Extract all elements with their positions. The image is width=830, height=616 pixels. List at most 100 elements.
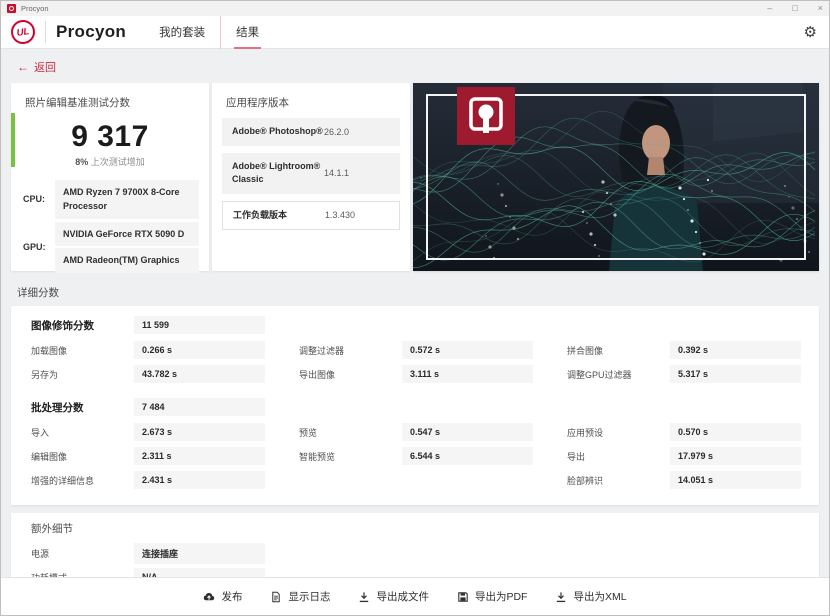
logo-divider xyxy=(45,21,46,43)
brand-title: Procyon xyxy=(56,22,127,41)
settings-gear-icon[interactable]: ⚙ xyxy=(804,25,817,40)
minimize-button[interactable]: – xyxy=(767,4,772,13)
version-value: 26.2.0 xyxy=(324,126,350,137)
metric-value: 2.311 s xyxy=(134,447,265,465)
metric-value: 0.572 s xyxy=(402,341,533,359)
metric-cell xyxy=(567,543,801,564)
version-label: 工作负载版本 xyxy=(233,209,288,220)
footer-button[interactable]: 发布 xyxy=(203,589,242,604)
close-button[interactable]: × xyxy=(818,4,823,13)
metric-cell xyxy=(299,398,533,416)
benchmark-score-card: 照片编辑基准测试分数 9 317 8% 上次测试增加 CPU: AMD Ryze… xyxy=(11,83,209,273)
metric-cell: 图像修饰分数 11 599 xyxy=(31,316,265,334)
version-row: Adobe® Lightroom® Classic 14.1.1 xyxy=(222,152,400,194)
save-disk-icon xyxy=(457,591,469,603)
score-accent-bar xyxy=(11,113,15,167)
metric-cell: 智能预览 6.544 s xyxy=(299,447,533,465)
metric-label: 另存为 xyxy=(31,369,59,380)
metric-value: 2.431 s xyxy=(134,471,265,489)
metric-value: 14.051 s xyxy=(670,471,801,489)
version-row: 工作负载版本 1.3.430 xyxy=(222,200,400,230)
score-delta-text: 上次测试增加 xyxy=(90,157,145,167)
ul-logo: UL xyxy=(9,18,37,46)
version-label: Adobe® Photoshop® xyxy=(232,126,323,136)
procyon-badge xyxy=(457,87,515,145)
metric-value: 0.547 s xyxy=(402,423,533,441)
metric-value: 43.782 s xyxy=(134,365,265,383)
version-label: Adobe® Lightroom® Classic xyxy=(232,160,321,185)
footer-button-label: 导出为XML xyxy=(573,591,627,603)
extra-detail-row: 电源 连接插座 xyxy=(31,543,801,564)
score-group-header: 图像修饰分数 11 599 xyxy=(31,316,801,334)
version-rows: Adobe® Photoshop® 26.2.0 Adobe® Lightroo… xyxy=(212,110,410,230)
metric-label: 批处理分数 xyxy=(31,401,84,414)
metric-cell: 应用预设 0.570 s xyxy=(567,423,801,441)
extra-detail-rows: 电源 连接插座 功耗模式 N/A xyxy=(31,543,801,577)
titlebar-app-name: Procyon xyxy=(21,4,49,13)
metric-value: 连接插座 xyxy=(134,543,265,564)
metric-cell: 导出图像 3.111 s xyxy=(299,365,533,383)
system-specs: CPU: AMD Ryzen 7 9700X 8-Core Processor … xyxy=(11,180,209,273)
footer-button[interactable]: 显示日志 xyxy=(270,589,330,604)
metric-cell: 批处理分数 7 484 xyxy=(31,398,265,416)
metric-row: 另存为 43.782 s 导出图像 3.111 s 调整GPU过滤器 5.317… xyxy=(31,365,801,383)
detailed-scores-card: 图像修饰分数 11 599 加载图像 0.266 s 调整过滤器 0.572 s… xyxy=(11,306,819,505)
metric-cell: 编辑图像 2.311 s xyxy=(31,447,265,465)
gpu-label: GPU: xyxy=(23,242,46,253)
results-page: ← 返回 照片编辑基准测试分数 9 317 8% 上次测试增加 CPU: AMD… xyxy=(1,49,829,577)
metric-row: 增强的详细信息 2.431 s 脸部辨识 14.051 s xyxy=(31,471,801,489)
metric-label: 智能预览 xyxy=(299,451,336,462)
app-header: UL Procyon 我的套装 结果 ⚙ xyxy=(1,15,829,49)
extra-details-card: 额外细节 电源 连接插座 功耗模式 N/A xyxy=(11,513,819,577)
metric-value: 0.392 s xyxy=(670,341,801,359)
metric-value: 2.673 s xyxy=(134,423,265,441)
download-icon xyxy=(555,591,567,603)
version-value: 14.1.1 xyxy=(324,168,350,178)
metric-value: 3.111 s xyxy=(402,365,533,383)
metric-label: 加载图像 xyxy=(31,345,68,356)
metric-label: 调整GPU过滤器 xyxy=(567,369,632,380)
extra-detail-row: 功耗模式 N/A xyxy=(31,568,801,577)
metric-cell: 功耗模式 N/A xyxy=(31,568,265,577)
metric-label: 预览 xyxy=(299,427,318,438)
footer-button-label: 显示日志 xyxy=(288,591,331,603)
metric-cell: 拼合图像 0.392 s xyxy=(567,341,801,359)
maximize-button[interactable]: □ xyxy=(792,4,797,13)
metric-cell xyxy=(299,568,533,577)
footer-button[interactable]: 导出为PDF xyxy=(457,589,528,604)
detailed-scores-title: 详细分数 xyxy=(17,287,59,299)
cpu-value: AMD Ryzen 7 9700X 8-Core Processor xyxy=(55,180,199,219)
back-link[interactable]: ← 返回 xyxy=(17,59,56,75)
footer-actions-bar: 发布 显示日志 导出成文件 导出为PDF 导出为XML xyxy=(1,577,829,615)
metric-cell: 预览 0.547 s xyxy=(299,423,533,441)
metric-label: 导出图像 xyxy=(299,369,336,380)
hero-illustration xyxy=(413,83,819,271)
footer-button-label: 导出为PDF xyxy=(474,591,528,603)
metric-label: 脸部辨识 xyxy=(567,475,604,486)
metric-label: 编辑图像 xyxy=(31,451,68,462)
metric-row: 编辑图像 2.311 s 智能预览 6.544 s 导出 17.979 s xyxy=(31,447,801,465)
metric-cell xyxy=(567,398,801,416)
back-label: 返回 xyxy=(34,62,56,74)
metric-row: 导入 2.673 s 预览 0.547 s 应用预设 0.570 s xyxy=(31,423,801,441)
metric-value: 7 484 xyxy=(134,398,265,416)
metric-label: 导出 xyxy=(567,451,586,462)
metric-cell: 另存为 43.782 s xyxy=(31,365,265,383)
score-group-header: 批处理分数 7 484 xyxy=(31,398,801,416)
metric-row: 加载图像 0.266 s 调整过滤器 0.572 s 拼合图像 0.392 s xyxy=(31,341,801,359)
metric-cell: 调整GPU过滤器 5.317 s xyxy=(567,365,801,383)
metric-label: 调整过滤器 xyxy=(299,345,345,356)
footer-button[interactable]: 导出为XML xyxy=(555,589,627,604)
app-versions-card: 应用程序版本 Adobe® Photoshop® 26.2.0 Adobe® L… xyxy=(212,83,410,271)
metric-value: 0.570 s xyxy=(670,423,801,441)
metric-cell: 脸部辨识 14.051 s xyxy=(567,471,801,489)
tab-my-suites[interactable]: 我的套装 xyxy=(144,16,220,49)
log-document-icon xyxy=(270,591,282,603)
metric-cell: 电源 连接插座 xyxy=(31,543,265,564)
footer-button-label: 发布 xyxy=(221,591,243,603)
footer-button[interactable]: 导出成文件 xyxy=(358,589,429,604)
metric-value: 0.266 s xyxy=(134,341,265,359)
score-delta: 8% 上次测试增加 xyxy=(11,155,209,168)
tab-results[interactable]: 结果 xyxy=(220,15,274,49)
version-row: Adobe® Photoshop® 26.2.0 xyxy=(222,118,400,146)
